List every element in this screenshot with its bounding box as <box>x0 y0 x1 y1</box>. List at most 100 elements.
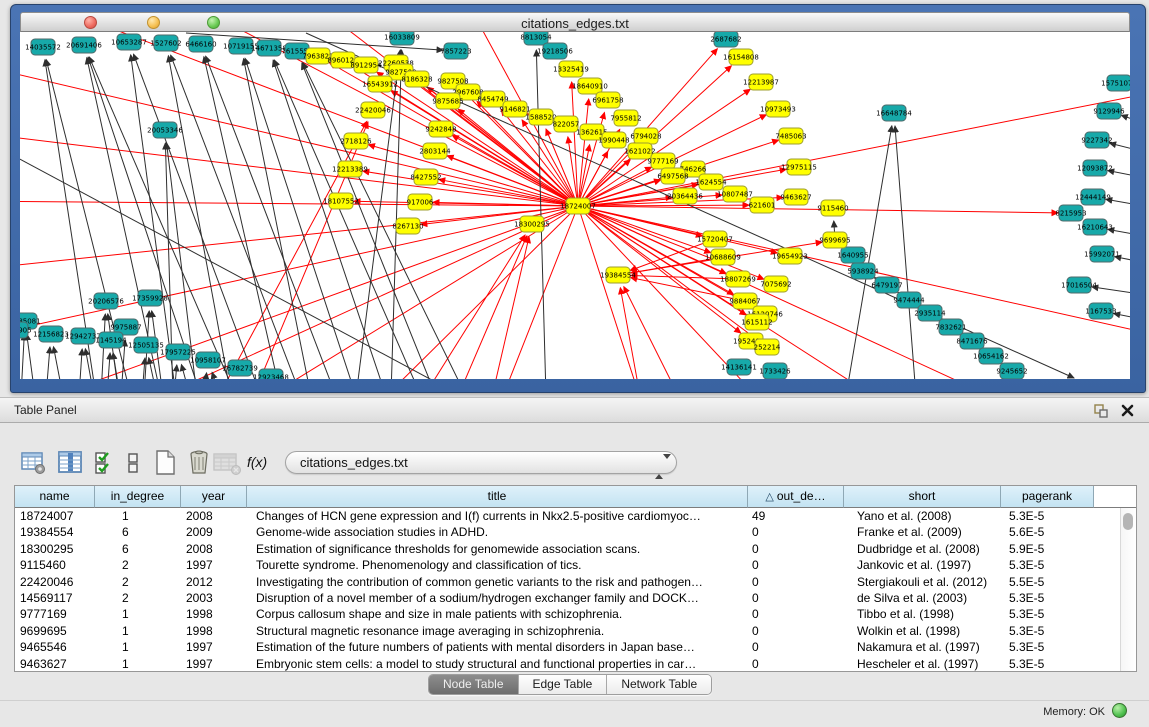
graph-edge[interactable] <box>491 237 529 379</box>
table-cell[interactable]: 1 <box>95 639 181 655</box>
graph-node[interactable]: 16648784 <box>876 105 912 121</box>
graph-node[interactable]: 1733426 <box>759 363 791 379</box>
table-cell[interactable]: 6 <box>95 541 181 557</box>
table-cell[interactable]: Genome-wide association studies in ADHD. <box>247 524 748 540</box>
table-cell[interactable]: Corpus callosum shape and size in male p… <box>247 606 748 622</box>
graph-node[interactable]: 8215953 <box>1055 205 1086 221</box>
graph-edge[interactable] <box>522 120 578 206</box>
table-row[interactable]: 2242004622012Investigating the contribut… <box>15 574 1136 590</box>
table-cell[interactable]: 9115460 <box>15 557 95 573</box>
graph-node[interactable]: 14136141 <box>721 359 757 375</box>
graph-node[interactable]: 6794028 <box>630 128 661 144</box>
column-header-out_de[interactable]: △out_de… <box>748 486 844 508</box>
table-row[interactable]: 969969511998Structural magnetic resonanc… <box>15 623 1136 639</box>
window-titlebar[interactable]: citations_edges.txt <box>20 12 1130 32</box>
graph-node[interactable]: 12213987 <box>743 74 779 90</box>
graph-node[interactable]: 8267130 <box>392 218 423 234</box>
table-cell[interactable]: 18300295 <box>15 541 95 557</box>
graph-node[interactable]: 917006 <box>407 194 434 210</box>
table-cell[interactable]: Embryonic stem cells: a model to study s… <box>247 656 748 672</box>
graph-edge[interactable] <box>41 206 578 379</box>
graph-node[interactable]: 7955812 <box>610 110 641 126</box>
graph-edge[interactable] <box>624 287 681 379</box>
graph-edge[interactable] <box>895 126 916 379</box>
table-cell[interactable]: 1997 <box>181 656 247 672</box>
graph-edge[interactable] <box>363 171 578 206</box>
graph-edge[interactable] <box>578 206 711 253</box>
table-cell[interactable]: 2 <box>95 574 181 590</box>
table-cell[interactable]: Franke et al. (2009) <box>844 524 1001 540</box>
graph-node[interactable]: 6466160 <box>185 36 216 52</box>
graph-node[interactable]: 252214 <box>754 339 781 355</box>
table-cell[interactable]: 5.3E-5 <box>1001 656 1094 672</box>
graph-edge[interactable] <box>216 121 367 379</box>
graph-edge[interactable] <box>27 334 35 379</box>
graph-edge[interactable] <box>79 349 82 379</box>
graph-node[interactable]: 7857223 <box>440 43 471 59</box>
graph-node[interactable]: 9242848 <box>425 121 456 137</box>
graph-edge[interactable] <box>421 235 525 379</box>
graph-edge[interactable] <box>620 288 641 379</box>
table-cell[interactable]: Changes of HCN gene expression and I(f) … <box>247 508 748 524</box>
column-header-year[interactable]: year <box>181 486 247 508</box>
delete-icon[interactable] <box>186 449 213 476</box>
table-cell[interactable]: Estimation of significance thresholds fo… <box>247 541 748 557</box>
graph-node[interactable]: 10688609 <box>705 249 741 265</box>
close-panel-icon[interactable] <box>1120 403 1135 418</box>
graph-edge[interactable] <box>142 358 145 379</box>
graph-node[interactable]: 822057 <box>553 116 580 132</box>
graph-node[interactable]: 1145194 <box>95 332 127 348</box>
graph-edge[interactable] <box>113 353 120 379</box>
graph-node[interactable]: 7832621 <box>935 319 966 335</box>
graph-node[interactable]: 1615112 <box>741 314 772 330</box>
table-row[interactable]: 1830029562008Estimation of significance … <box>15 541 1136 557</box>
column-header-name[interactable]: name <box>15 486 95 508</box>
table-cell[interactable]: 0 <box>748 623 844 639</box>
tab-node-table[interactable]: Node Table <box>429 675 519 694</box>
table-row[interactable]: 911546021997Tourette syndrome. Phenomeno… <box>15 557 1136 573</box>
column-header-short[interactable]: short <box>844 486 1001 508</box>
graph-node[interactable]: 15751074 <box>1101 75 1130 91</box>
table-row[interactable]: 1938455462009Genome-wide association stu… <box>15 524 1136 540</box>
table-cell[interactable]: 5.3E-5 <box>1001 508 1094 524</box>
graph-node[interactable]: 10654162 <box>973 348 1009 364</box>
graph-edge[interactable] <box>21 334 24 379</box>
graph-node[interactable]: 16154808 <box>723 49 759 65</box>
graph-edge[interactable] <box>578 206 641 379</box>
graph-edge[interactable] <box>1110 143 1130 156</box>
graph-node[interactable]: 12156823 <box>33 326 69 342</box>
graph-node[interactable]: 8186328 <box>401 71 432 87</box>
graph-node[interactable]: 1640955 <box>837 247 868 263</box>
graph-node[interactable]: 9699695 <box>819 232 850 248</box>
graph-edge[interactable] <box>578 206 764 279</box>
function-builder-icon[interactable]: f(x) <box>247 454 267 470</box>
table-row[interactable]: 1872400712008Changes of HCN gene express… <box>15 508 1136 524</box>
graph-edge[interactable] <box>204 57 281 379</box>
table-cell[interactable]: de Silva et al. (2003) <box>844 590 1001 606</box>
graph-node[interactable]: 621601 <box>749 197 776 213</box>
table-cell[interactable]: 0 <box>748 656 844 672</box>
graph-edge[interactable] <box>1121 115 1130 129</box>
graph-node[interactable]: 2687682 <box>710 32 741 47</box>
table-cell[interactable]: 19384554 <box>15 524 95 540</box>
graph-node[interactable]: 18107552 <box>323 193 359 209</box>
graph-node[interactable]: 12093872 <box>1077 160 1113 176</box>
graph-node[interactable]: 9115460 <box>817 200 848 216</box>
graph-node[interactable]: 9777169 <box>647 153 678 169</box>
graph-node[interactable]: 9227342 <box>1081 132 1112 148</box>
table-cell[interactable]: 1 <box>95 606 181 622</box>
table-cell[interactable]: 5.3E-5 <box>1001 623 1094 639</box>
graph-node[interactable]: 1167533 <box>1085 303 1116 319</box>
table-cell[interactable]: 0 <box>748 606 844 622</box>
table-cell[interactable]: Yano et al. (2008) <box>844 508 1001 524</box>
graph-node[interactable]: 6961758 <box>592 92 623 108</box>
graph-node[interactable]: 9875685 <box>432 93 463 109</box>
table-selector-dropdown[interactable]: citations_edges.txt <box>285 451 677 474</box>
graph-edge[interactable] <box>168 56 231 379</box>
graph-node[interactable]: 16033809 <box>384 32 420 45</box>
graph-edge[interactable] <box>88 57 201 379</box>
table-cell[interactable]: 22420046 <box>15 574 95 590</box>
table-cell[interactable]: 2009 <box>181 524 247 540</box>
table-settings-icon[interactable] <box>20 449 47 476</box>
graph-node[interactable]: 22420046 <box>355 102 391 118</box>
